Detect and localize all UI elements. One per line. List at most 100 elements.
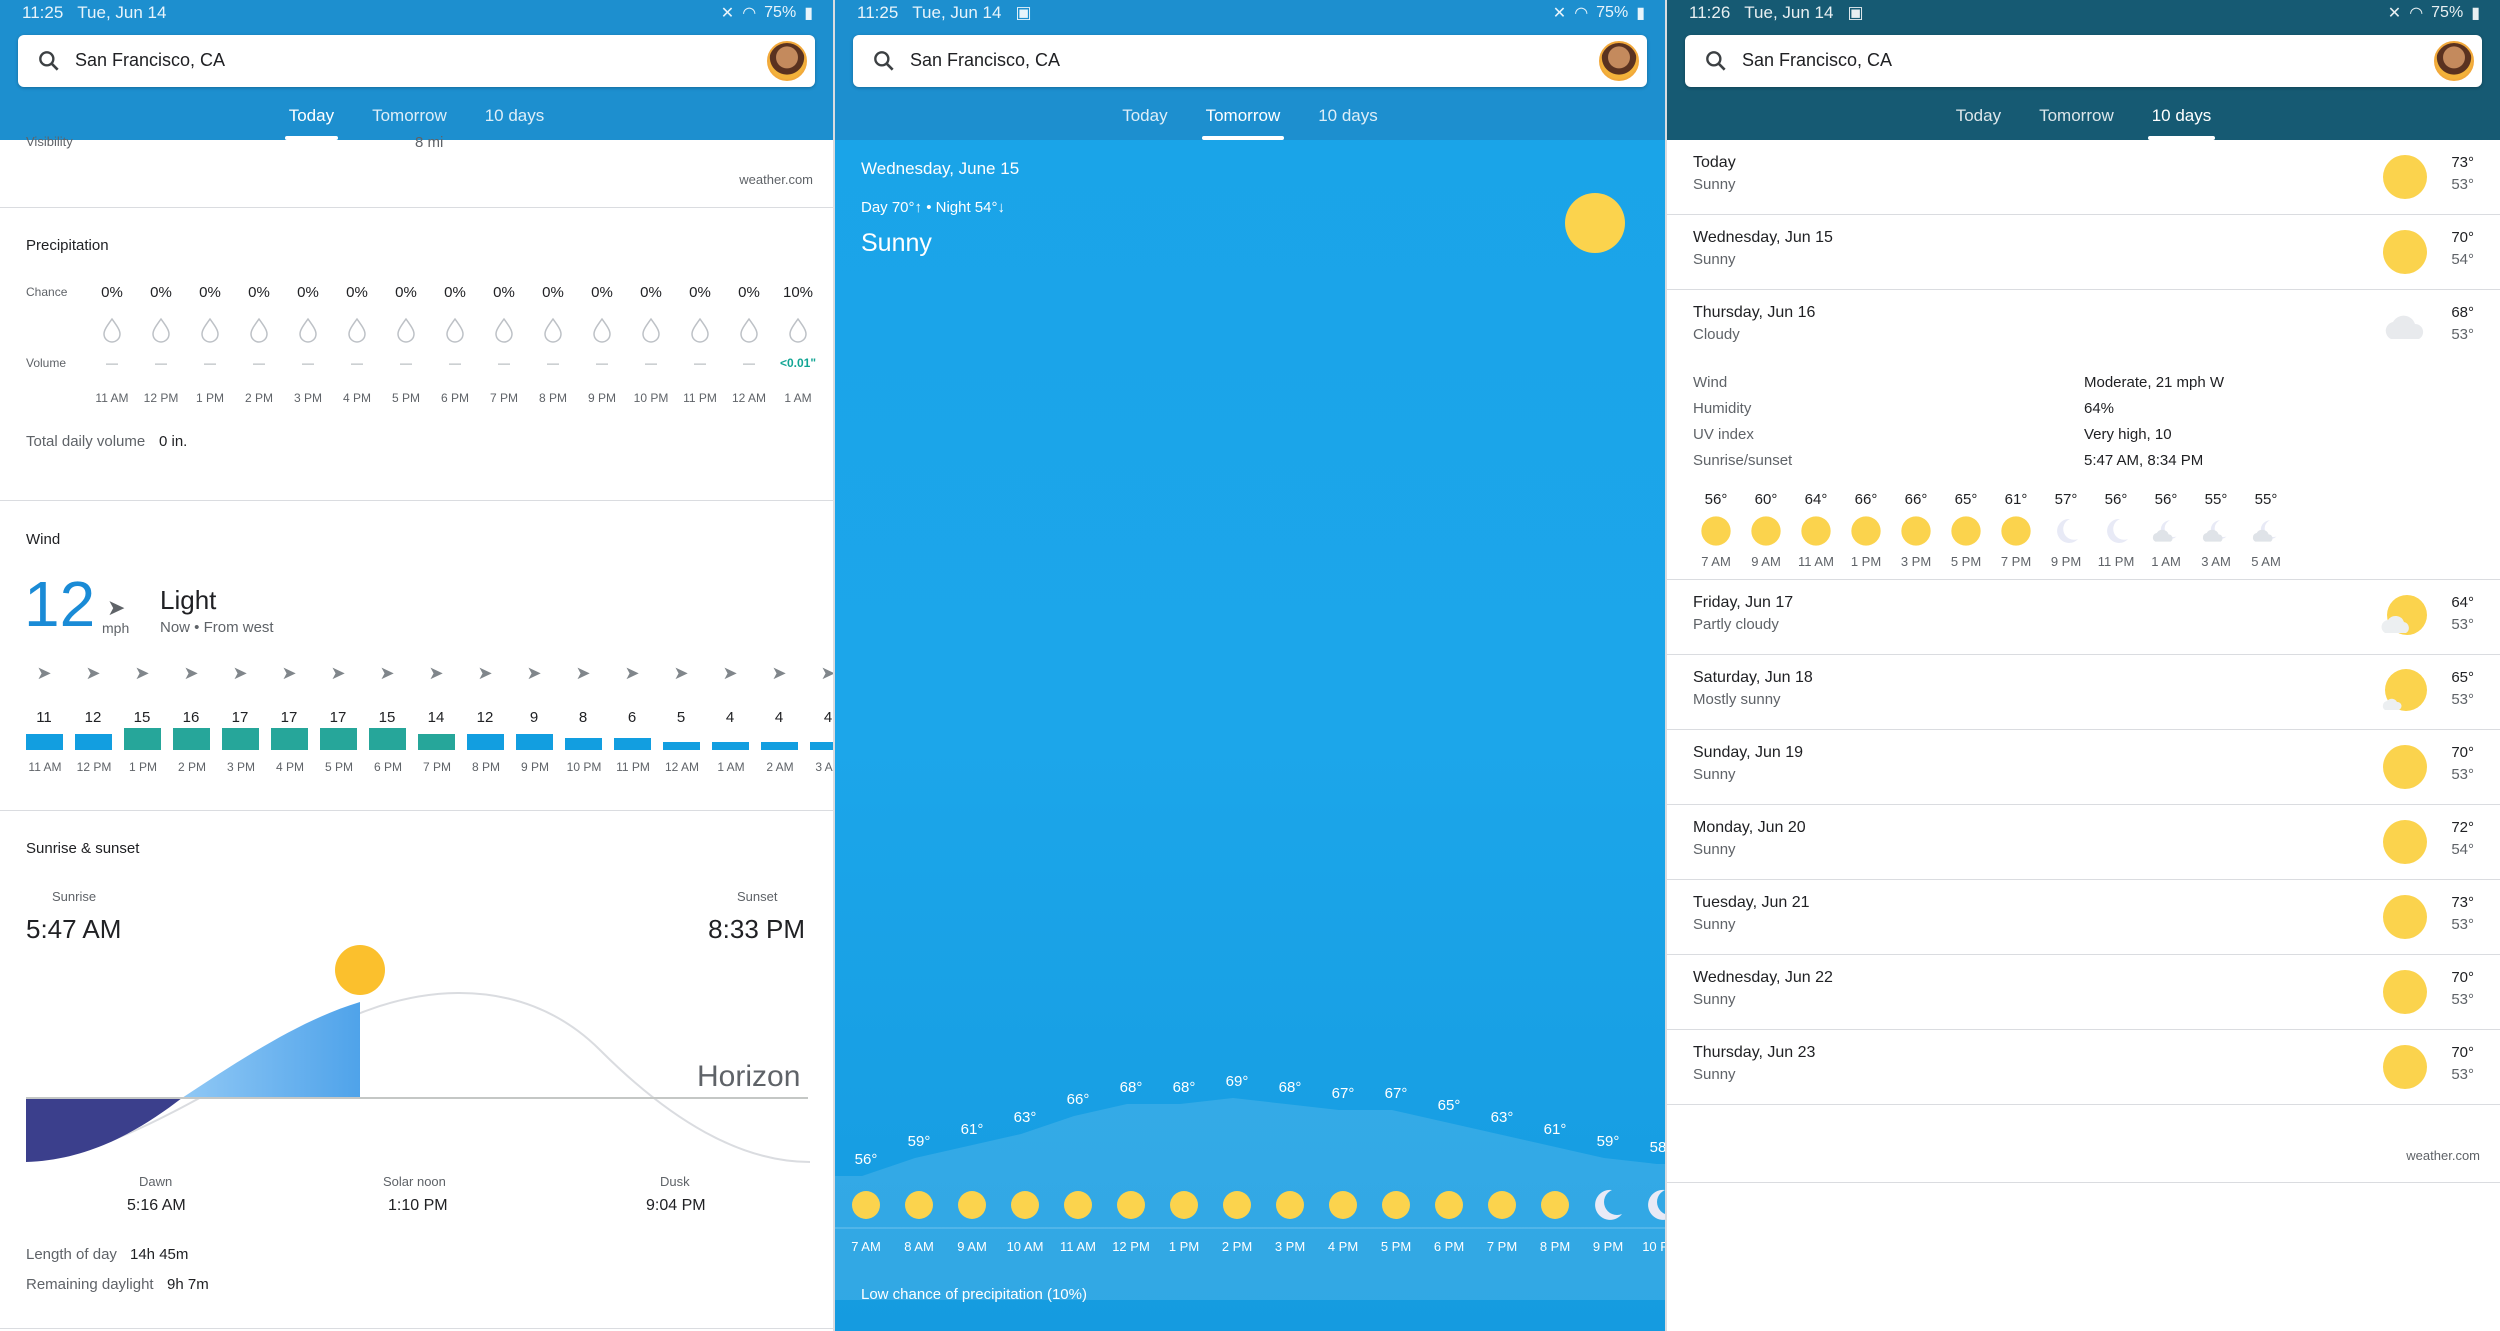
hour-label: 9 PM <box>1593 1239 1623 1254</box>
cloud-shape <box>2252 529 2273 542</box>
sun-icon <box>1541 1191 1569 1219</box>
day-row[interactable]: Wednesday, Jun 15 Sunny 70° 54° <box>1667 215 2500 290</box>
day-row[interactable]: Monday, Jun 20 Sunny 72° 54° <box>1667 805 2500 880</box>
tab-10-days[interactable]: 10 days <box>485 100 545 140</box>
low-temp: 54° <box>2451 841 2474 858</box>
avatar[interactable] <box>1599 41 1639 81</box>
tab-today[interactable]: Today <box>1122 100 1167 140</box>
search-bar[interactable]: San Francisco, CA <box>1685 35 2482 87</box>
low-temp: 53° <box>2451 616 2474 633</box>
day-row[interactable]: Saturday, Jun 18 Mostly sunny 65° 53° <box>1667 655 2500 730</box>
day-row[interactable]: Wednesday, Jun 22 Sunny 70° 53° <box>1667 955 2500 1030</box>
day-row[interactable]: Today Sunny 73° 53° <box>1667 140 2500 215</box>
source-link[interactable]: weather.com <box>2406 1148 2480 1163</box>
cloud-night-icon <box>2150 515 2182 547</box>
hourly-temp: 65° <box>1954 491 1978 508</box>
high-temp: 64° <box>2451 594 2474 611</box>
wind-bar <box>663 742 700 750</box>
sun-shape <box>2383 155 2427 199</box>
day-row[interactable]: Sunday, Jun 19 Sunny 70° 53° <box>1667 730 2500 805</box>
wind-bar <box>565 738 602 750</box>
tab-tomorrow[interactable]: Tomorrow <box>2039 100 2114 140</box>
raindrop-icon <box>201 317 219 343</box>
sun-shape <box>2001 516 2031 546</box>
day-condition: Mostly sunny <box>1693 691 1781 708</box>
tab-10-days[interactable]: 10 days <box>1318 100 1378 140</box>
wind-arrow-icon: ➤ <box>281 663 297 683</box>
precip-volume: — <box>547 356 559 370</box>
day-row[interactable]: Thursday, Jun 16 Cloudy 68° 53° Wind Moderate… <box>1667 290 2500 580</box>
visibility-value: 8 mi <box>415 134 444 151</box>
divider <box>0 500 833 501</box>
dusk-label: Dusk <box>660 1174 690 1189</box>
wind-hour: 10 PM <box>566 760 602 774</box>
tab-tomorrow[interactable]: Tomorrow <box>1201 100 1284 140</box>
wind-speed-value: 11 <box>36 709 52 726</box>
hour-label: 3 PM <box>1275 1239 1305 1254</box>
battery-level: 75% <box>2431 4 2464 21</box>
raindrop-icon <box>740 317 758 343</box>
low-temp: 53° <box>2451 916 2474 933</box>
cloud-icon <box>2381 303 2429 351</box>
dawn-time: 5:16 AM <box>127 1197 186 1214</box>
precip-volume: — <box>694 356 706 370</box>
search-bar[interactable]: San Francisco, CA <box>853 35 1647 87</box>
precip-chance: 0% <box>101 284 123 301</box>
battery-icon: ▮ <box>2471 5 2480 22</box>
search-bar[interactable]: San Francisco, CA <box>18 35 815 87</box>
sun-icon <box>1900 515 1932 547</box>
hour-label: 1 PM <box>1169 1239 1199 1254</box>
app-header: 11:25 Tue, Jun 14 ▣ ✕ ◠ 75% ▮ San Franci… <box>835 0 1665 140</box>
high-temp: 68° <box>2451 304 2474 321</box>
mute-icon: ✕ <box>1552 5 1567 22</box>
status-date: Tue, Jun 14 <box>912 3 1002 22</box>
day-row[interactable]: Thursday, Jun 23 Sunny 70° 53° <box>1667 1030 2500 1105</box>
cloud-night-icon <box>2200 515 2232 547</box>
temperature-label: 59° <box>908 1133 931 1150</box>
day-row[interactable]: Friday, Jun 17 Partly cloudy 64° 53° <box>1667 580 2500 655</box>
hourly-temp: 56° <box>2154 491 2178 508</box>
tab-today[interactable]: Today <box>1956 100 2001 140</box>
high-temp: 70° <box>2451 744 2474 761</box>
day-row[interactable]: Tuesday, Jun 21 Sunny 73° 53° <box>1667 880 2500 955</box>
precip-volume: — <box>596 356 608 370</box>
source-link[interactable]: weather.com <box>739 172 813 187</box>
remaining-daylight-value: 9h 7m <box>167 1276 209 1293</box>
divider <box>1667 1182 2500 1183</box>
hourly-temp: 66° <box>1904 491 1928 508</box>
sun-icon <box>1276 1191 1304 1219</box>
ten-days-panel: 11:26 Tue, Jun 14 ▣ ✕ ◠ 75% ▮ San Franci… <box>1667 0 2500 1331</box>
sun-icon <box>958 1191 986 1219</box>
tab-today[interactable]: Today <box>284 100 339 140</box>
low-temp: 53° <box>2451 991 2474 1008</box>
precip-hour: 12 AM <box>731 391 767 405</box>
day-condition: Sunny <box>1693 176 1736 193</box>
precip-volume: — <box>498 356 510 370</box>
hour-label: 5 PM <box>1381 1239 1411 1254</box>
low-temp: 53° <box>2451 1066 2474 1083</box>
sun-title: Sunrise & sunset <box>26 840 140 857</box>
tab-bar: Today Tomorrow 10 days <box>1667 100 2500 140</box>
precip-chance: 0% <box>542 284 564 301</box>
partly-icon <box>2381 593 2429 641</box>
sun-icon <box>2381 743 2429 791</box>
wind-speed-value: 15 <box>378 709 396 726</box>
high-temp: 72° <box>2451 819 2474 836</box>
wind-hour: 6 PM <box>373 760 402 774</box>
avatar[interactable] <box>767 41 807 81</box>
raindrop-shape <box>691 317 709 343</box>
hour-label: 10 AM <box>1007 1239 1044 1254</box>
tab-10-days[interactable]: 10 days <box>2147 100 2215 140</box>
weather-icon <box>1851 516 1881 546</box>
search-location: San Francisco, CA <box>75 50 226 70</box>
sun-icon <box>1700 515 1732 547</box>
precip-chance: 0% <box>199 284 221 301</box>
moon-icon <box>2050 515 2082 547</box>
detail-label: UV index <box>1693 426 1754 443</box>
avatar[interactable] <box>2434 41 2474 81</box>
day-name: Wednesday, Jun 22 <box>1693 969 1833 986</box>
sun-icon <box>2381 153 2429 201</box>
sun-shape <box>1701 516 1731 546</box>
cloud-shape <box>2152 529 2173 542</box>
solar-noon-label: Solar noon <box>383 1174 446 1189</box>
